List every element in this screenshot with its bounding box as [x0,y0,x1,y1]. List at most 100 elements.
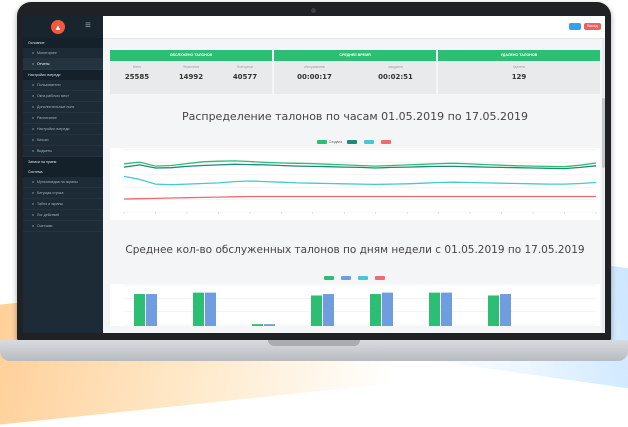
sidebar-item[interactable]: Мультимедиа на экраны [23,177,103,188]
sidebar-item[interactable]: Отчеты [23,59,103,70]
legend-entry[interactable] [364,140,376,144]
sidebar-item-label: Мультимедиа на экраны [37,180,78,184]
sidebar-brand: ▲ ≡ [23,16,103,38]
bar [193,292,204,326]
bar [323,294,334,326]
sidebar-item-label: Счетчики [37,224,53,228]
sidebar-item[interactable]: Мониторинг [23,48,103,59]
legend-entry[interactable] [357,276,370,280]
stat-metric-label: обслуживания [303,65,326,69]
webcam-icon [311,8,316,13]
stat-metric-label: Удалено [512,65,526,69]
chart1-svg [123,149,597,214]
bar [311,295,322,326]
stat-panel: УДАЛЕНО ТАЛОНОВ Удалено 129 [438,50,600,94]
bullet-icon [32,214,34,217]
stat-panel: СРЕДНЕЕ ВРЕМЯ обслуживания 00:00:17 ожидани… [274,50,436,94]
main-scrollbar[interactable] [602,38,605,333]
sidebar-item[interactable]: Киоски [23,135,103,146]
bullet-icon [32,225,34,228]
bullet-icon [32,117,34,120]
stat-metric: Повторные 40577 [233,65,257,81]
series-line [123,195,596,200]
bar [370,294,381,326]
legend-entry[interactable] [340,276,353,280]
chart1-title: Распределение талонов по часам 01.05.201… [181,110,529,123]
legend-swatch [357,276,368,280]
stat-panel: ОБСЛУЖЕНО ТАЛОНОВ Всего 25585 Первичные 1499… [110,50,272,94]
sidebar-item-label: Пользователи [37,83,61,87]
sidebar-item[interactable]: Пользователи [23,80,103,91]
stat-metric-label: Первичные [182,65,200,69]
bullet-icon [32,203,34,206]
logout-button[interactable]: Выход [584,23,601,30]
legend-swatch [316,140,327,144]
bar [264,324,275,326]
stat-metric-value: 129 [511,73,527,81]
bar [488,295,499,326]
bullet-icon [32,181,34,184]
menu-toggle-icon[interactable]: ≡ [85,21,91,31]
bullet-icon [32,150,34,153]
sidebar-menu: Основное Мониторинг Отчеты Настройки очеред… [23,38,103,232]
sidebar-item-label: Расписание [37,116,57,120]
sidebar-item-label: Бегущая строка [37,191,64,195]
bullet-icon [32,128,34,131]
legend-swatch [364,140,375,144]
bar [205,292,216,326]
stat-metric: Всего 25585 [125,65,149,81]
app-logo-icon[interactable]: ▲ [51,20,65,34]
chart1-legend: Создано [110,140,600,144]
scrollbar-thumb[interactable] [602,98,605,168]
sidebar-item-label: Дополнительные поля [37,105,75,109]
sidebar-item[interactable]: Дополнительные поля [23,102,103,113]
sidebar: ▲ ≡ Основное Мониторинг Отчеты Настройки оч… [23,16,103,333]
top-bar: Выход [103,16,605,39]
bullet-icon [32,139,34,142]
top-action-button[interactable] [569,23,581,30]
sidebar-item[interactable]: Настройки очереди [23,124,103,135]
sidebar-section-title: Основное [23,38,103,48]
sidebar-item[interactable]: Виджеты [23,146,103,157]
sidebar-section-title: Записи на прием [23,157,103,167]
stat-metric: Первичные 14992 [179,65,203,81]
series-line [123,175,597,186]
stat-metric-value: 25585 [124,73,150,81]
stat-panel-body: обслуживания 00:00:17 ожидания 00:02:51 [274,61,436,81]
stat-metric-value: 14992 [178,73,204,81]
stats-panels: ОБСЛУЖЕНО ТАЛОНОВ Всего 25585 Первичные 1499… [110,50,600,94]
sidebar-item[interactable]: Бегущая строка [23,188,103,199]
stat-metric-value: 00:00:17 [297,73,332,81]
stat-metric-label: ожидания [388,65,403,69]
sidebar-section-title: Система [23,167,103,177]
stat-metric: Удалено 129 [512,65,527,81]
sidebar-item[interactable]: Табло и экраны [23,199,103,210]
chart2-title: Среднее кол-во обслуженных талонов по дн… [125,244,585,256]
legend-entry[interactable] [374,276,387,280]
legend-entry[interactable] [323,276,336,280]
sidebar-item[interactable]: Счетчики [23,221,103,232]
legend-entry[interactable]: Создано [316,140,342,144]
bullet-icon [32,63,34,66]
sidebar-item-label: Окна рабочих мест [37,94,69,98]
sidebar-item-label: Отчеты [37,62,50,66]
legend-swatch [323,276,334,280]
sidebar-item[interactable]: Расписание [23,113,103,124]
legend-swatch [381,140,392,144]
legend-swatch [340,276,351,280]
stat-panel-body: Удалено 129 [438,61,600,81]
bullet-icon [32,106,34,109]
stat-metric: обслуживания 00:00:17 [297,65,332,81]
chart2-legend [110,276,600,280]
sidebar-item[interactable]: Окна рабочих мест [23,91,103,102]
legend-swatch [374,276,385,280]
legend-entry[interactable] [347,140,359,144]
sidebar-item[interactable]: Лог действий [23,210,103,221]
bullet-icon [32,192,34,195]
bar [382,292,393,326]
legend-entry[interactable] [381,140,393,144]
stat-panel-body: Всего 25585 Первичные 14992 Повторные 40577 [110,61,272,81]
sidebar-item-label: Киоски [37,138,49,142]
laptop-base-notch [268,340,360,346]
sidebar-item-label: Виджеты [37,149,53,153]
